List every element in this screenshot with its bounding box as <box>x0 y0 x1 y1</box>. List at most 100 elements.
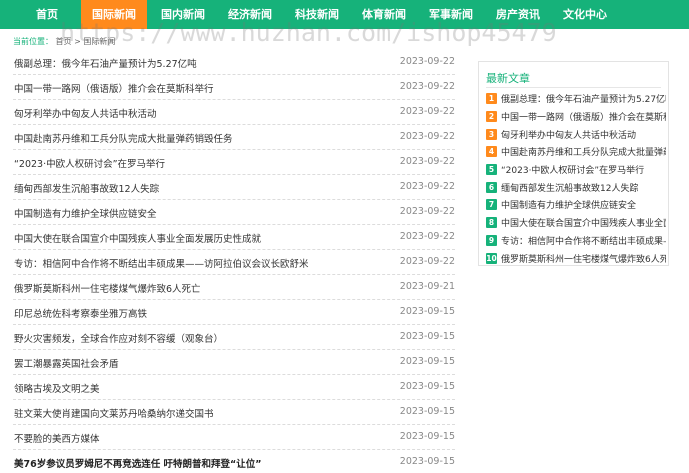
article-date: 2023-09-15 <box>399 431 455 442</box>
list-item[interactable]: 5 “2023·中欧人权研讨会”在罗马举行 <box>486 161 666 179</box>
list-item[interactable]: 1 俄副总理：俄今年石油产量预计为5.27亿吨 <box>486 90 666 108</box>
list-item[interactable]: 印尼总统佐科考察泰坐雅万高铁 2023-09-15 <box>13 300 455 325</box>
main-nav: 首页 国际新闻 国内新闻 经济新闻 科技新闻 体育新闻 军事新闻 房产资讯 文化… <box>0 0 689 29</box>
list-item[interactable]: 中国大使在联合国宣介中国残疾人事业全面发展历史性成就 2023-09-22 <box>13 225 455 250</box>
article-date: 2023-09-22 <box>399 81 455 92</box>
article-title[interactable]: 中国赴南苏丹维和工兵分队完成大批量弹药销毁任务 <box>14 131 233 145</box>
list-item[interactable]: 美76岁参议员罗姆尼不再竞选连任 吁特朗普和拜登“让位” 2023-09-15 <box>13 450 455 473</box>
article-date: 2023-09-15 <box>399 331 455 342</box>
rank-badge: 9 <box>486 234 497 246</box>
article-title[interactable]: 匈牙利举办中匈友人共话中秋活动 <box>14 106 157 120</box>
rank-badge: 3 <box>486 128 497 140</box>
list-item[interactable]: 匈牙利举办中匈友人共话中秋活动 2023-09-22 <box>13 100 455 125</box>
breadcrumb-international[interactable]: 国际新闻 <box>83 37 115 46</box>
article-date: 2023-09-22 <box>399 256 455 267</box>
article-title[interactable]: 罢工潮暴露英国社会矛盾 <box>14 356 119 370</box>
latest-article-link[interactable]: “2023·中欧人权研讨会”在罗马举行 <box>501 163 644 176</box>
latest-articles-title: 最新文章 <box>486 72 530 85</box>
breadcrumb: 当前位置： 首页 > 国际新闻 <box>13 36 115 47</box>
list-item[interactable]: 10 俄罗斯莫斯科州一住宅楼煤气爆炸致6人死亡 <box>486 249 666 267</box>
latest-article-link[interactable]: 匈牙利举办中匈友人共话中秋活动 <box>501 128 636 141</box>
list-item[interactable]: 6 缅甸西部发生沉船事故致12人失踪 <box>486 178 666 196</box>
article-title[interactable]: 不要脸的美西方媒体 <box>14 431 100 445</box>
list-item[interactable]: 野火灾害频发，全球合作应对刻不容缓（观象台） 2023-09-15 <box>13 325 455 350</box>
rank-badge: 7 <box>486 199 497 211</box>
list-item[interactable]: 8 中国大使在联合国宣介中国残疾人事业全面发展历史性成就 <box>486 214 666 232</box>
list-item[interactable]: 俄罗斯莫斯科州一住宅楼煤气爆炸致6人死亡 2023-09-21 <box>13 275 455 300</box>
rank-badge: 6 <box>486 181 497 193</box>
list-item[interactable]: 专访：相信阿中合作将不断结出丰硕成果——访阿拉伯议会议长欧舒米 2023-09-2… <box>13 250 455 275</box>
rank-badge: 5 <box>486 164 497 176</box>
article-title[interactable]: 缅甸西部发生沉船事故致12人失踪 <box>14 181 159 195</box>
article-title[interactable]: 专访：相信阿中合作将不断结出丰硕成果——访阿拉伯议会议长欧舒米 <box>14 256 309 270</box>
list-item[interactable]: 中国赴南苏丹维和工兵分队完成大批量弹药销毁任务 2023-09-22 <box>13 125 455 150</box>
article-date: 2023-09-15 <box>399 406 455 417</box>
list-item[interactable]: 罢工潮暴露英国社会矛盾 2023-09-15 <box>13 350 455 375</box>
article-date: 2023-09-22 <box>399 156 455 167</box>
nav-item-culture[interactable]: 文化中心 <box>554 0 616 29</box>
list-item[interactable]: 中国制造有力维护全球供应链安全 2023-09-22 <box>13 200 455 225</box>
article-date: 2023-09-22 <box>399 181 455 192</box>
nav-item-home[interactable]: 首页 <box>27 0 67 29</box>
list-item[interactable]: 2 中国一带一路网（俄语版）推介会在莫斯科举行 <box>486 108 666 126</box>
list-item[interactable]: 4 中国赴南苏丹维和工兵分队完成大批量弹药销毁任务 <box>486 143 666 161</box>
rank-badge: 8 <box>486 217 497 229</box>
article-title[interactable]: 美76岁参议员罗姆尼不再竞选连任 吁特朗普和拜登“让位” <box>14 456 262 470</box>
latest-article-link[interactable]: 中国制造有力维护全球供应链安全 <box>501 198 636 211</box>
latest-article-link[interactable]: 专访：相信阿中合作将不断结出丰硕成果——访阿拉伯议会议长欧舒米 <box>501 234 666 247</box>
list-item[interactable]: 3 匈牙利举办中匈友人共话中秋活动 <box>486 125 666 143</box>
latest-articles-list: 1 俄副总理：俄今年石油产量预计为5.27亿吨 2 中国一带一路网（俄语版）推介会在… <box>486 90 666 267</box>
list-item[interactable]: 驻文莱大使肖建国向文莱苏丹哈桑纳尔递交国书 2023-09-15 <box>13 400 455 425</box>
list-item[interactable]: 领略古埃及文明之美 2023-09-15 <box>13 375 455 400</box>
list-item[interactable]: “2023·中欧人权研讨会”在罗马举行 2023-09-22 <box>13 150 455 175</box>
list-item[interactable]: 不要脸的美西方媒体 2023-09-15 <box>13 425 455 450</box>
latest-article-link[interactable]: 中国大使在联合国宣介中国残疾人事业全面发展历史性成就 <box>501 216 666 229</box>
article-title[interactable]: 中国大使在联合国宣介中国残疾人事业全面发展历史性成就 <box>14 231 261 245</box>
rank-badge: 4 <box>486 146 497 158</box>
latest-article-link[interactable]: 俄罗斯莫斯科州一住宅楼煤气爆炸致6人死亡 <box>501 252 666 265</box>
rank-badge: 2 <box>486 111 497 123</box>
article-date: 2023-09-15 <box>399 306 455 317</box>
article-date: 2023-09-15 <box>399 381 455 392</box>
article-date: 2023-09-22 <box>399 56 455 67</box>
article-date: 2023-09-21 <box>399 281 455 292</box>
rank-badge: 1 <box>486 93 497 105</box>
article-date: 2023-09-22 <box>399 106 455 117</box>
list-item[interactable]: 中国一带一路网（俄语版）推介会在莫斯科举行 2023-09-22 <box>13 75 455 100</box>
breadcrumb-home[interactable]: 首页 <box>56 37 72 46</box>
latest-articles-panel: 最新文章 1 俄副总理：俄今年石油产量预计为5.27亿吨 2 中国一带一路网（俄语版… <box>478 61 669 266</box>
list-item[interactable]: 俄副总理：俄今年石油产量预计为5.27亿吨 2023-09-22 <box>13 50 455 75</box>
nav-item-domestic[interactable]: 国内新闻 <box>152 0 214 29</box>
nav-item-international[interactable]: 国际新闻 <box>81 0 147 29</box>
breadcrumb-label: 当前位置： <box>13 37 53 46</box>
rank-badge: 10 <box>486 252 497 264</box>
nav-item-economy[interactable]: 经济新闻 <box>219 0 281 29</box>
article-title[interactable]: 中国制造有力维护全球供应链安全 <box>14 206 157 220</box>
article-title[interactable]: 印尼总统佐科考察泰坐雅万高铁 <box>14 306 147 320</box>
article-title[interactable]: 领略古埃及文明之美 <box>14 381 100 395</box>
article-date: 2023-09-15 <box>399 356 455 367</box>
latest-article-link[interactable]: 缅甸西部发生沉船事故致12人失踪 <box>501 181 638 194</box>
article-title[interactable]: 野火灾害频发，全球合作应对刻不容缓（观象台） <box>14 331 223 345</box>
article-title[interactable]: 中国一带一路网（俄语版）推介会在莫斯科举行 <box>14 81 214 95</box>
article-title[interactable]: 俄副总理：俄今年石油产量预计为5.27亿吨 <box>14 56 197 70</box>
article-list: 俄副总理：俄今年石油产量预计为5.27亿吨 2023-09-22 中国一带一路网（… <box>13 50 455 473</box>
breadcrumb-separator: > <box>74 37 81 46</box>
article-date: 2023-09-22 <box>399 206 455 217</box>
latest-article-link[interactable]: 中国赴南苏丹维和工兵分队完成大批量弹药销毁任务 <box>501 145 666 158</box>
article-date: 2023-09-22 <box>399 131 455 142</box>
latest-article-link[interactable]: 俄副总理：俄今年石油产量预计为5.27亿吨 <box>501 92 666 105</box>
nav-item-sports[interactable]: 体育新闻 <box>353 0 415 29</box>
article-title[interactable]: 驻文莱大使肖建国向文莱苏丹哈桑纳尔递交国书 <box>14 406 214 420</box>
latest-article-link[interactable]: 中国一带一路网（俄语版）推介会在莫斯科举行 <box>501 110 666 123</box>
divider <box>486 87 661 88</box>
list-item[interactable]: 7 中国制造有力维护全球供应链安全 <box>486 196 666 214</box>
article-date: 2023-09-15 <box>399 456 455 467</box>
list-item[interactable]: 9 专访：相信阿中合作将不断结出丰硕成果——访阿拉伯议会议长欧舒米 <box>486 232 666 250</box>
list-item[interactable]: 缅甸西部发生沉船事故致12人失踪 2023-09-22 <box>13 175 455 200</box>
nav-item-realestate[interactable]: 房产资讯 <box>487 0 549 29</box>
nav-item-military[interactable]: 军事新闻 <box>420 0 482 29</box>
article-title[interactable]: “2023·中欧人权研讨会”在罗马举行 <box>14 156 165 170</box>
nav-item-tech[interactable]: 科技新闻 <box>286 0 348 29</box>
article-title[interactable]: 俄罗斯莫斯科州一住宅楼煤气爆炸致6人死亡 <box>14 281 201 295</box>
